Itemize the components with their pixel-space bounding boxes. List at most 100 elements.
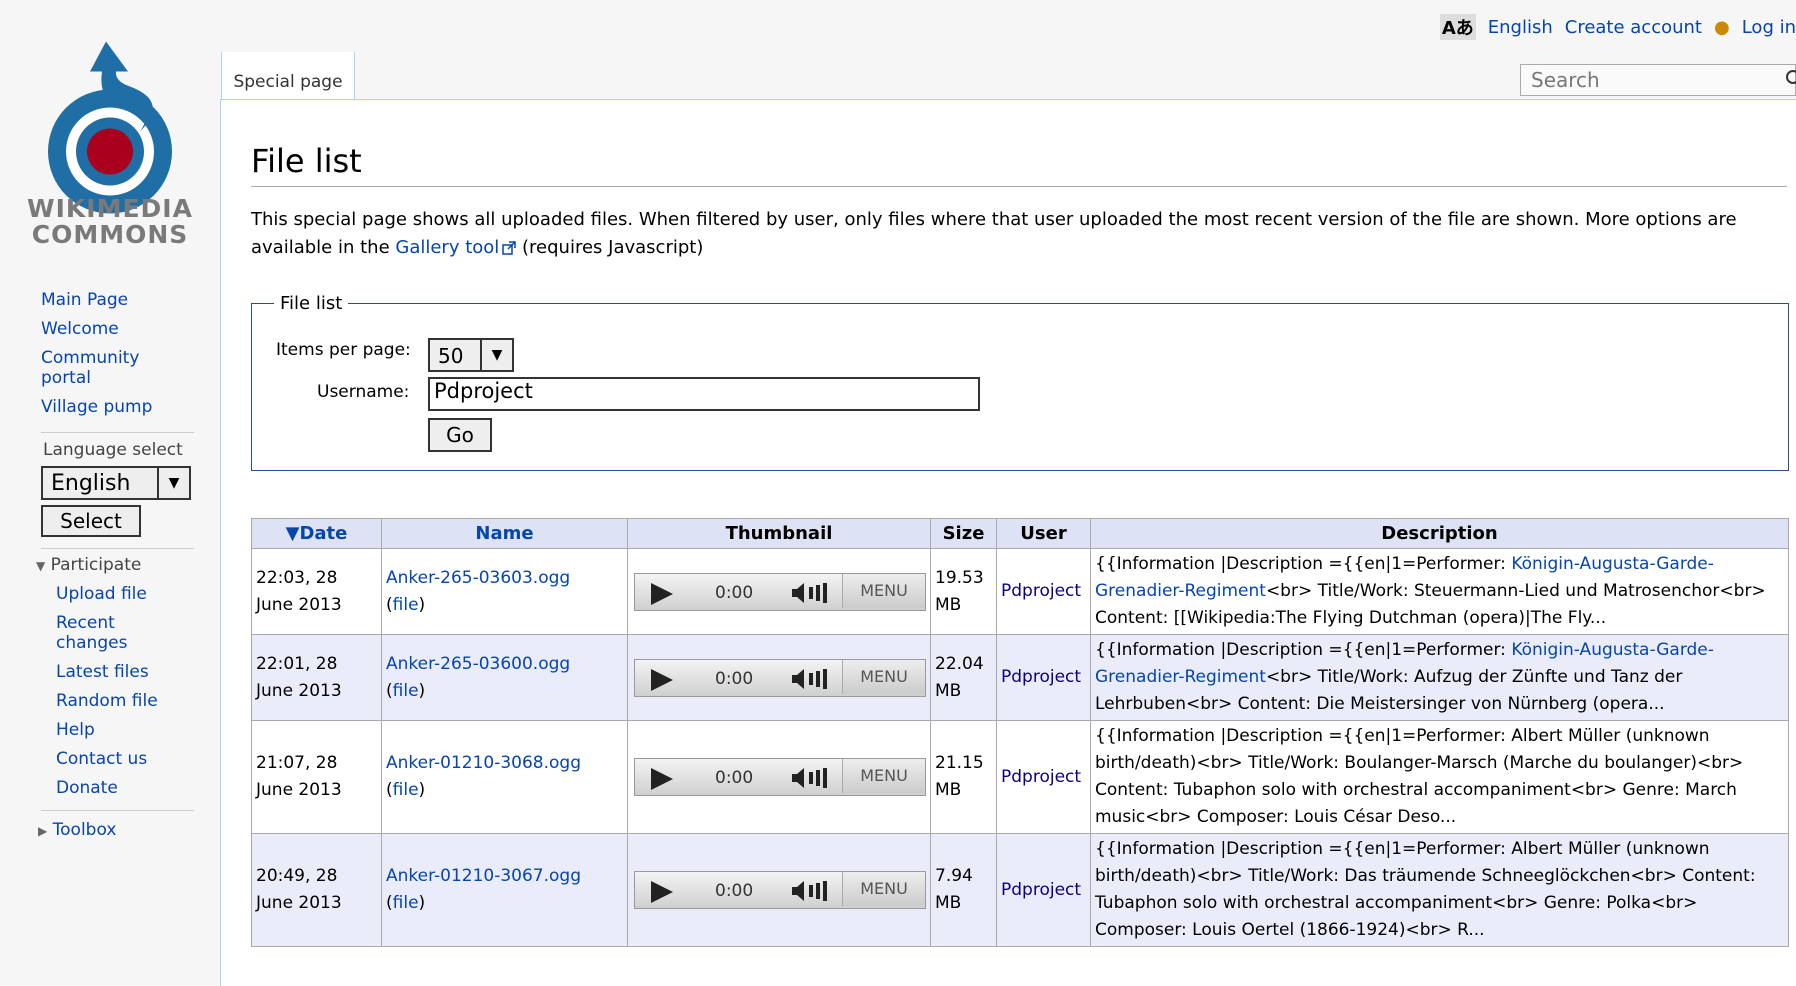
select-button[interactable]: Select (41, 505, 141, 537)
volume-icon[interactable] (790, 582, 836, 604)
intro-text: This special page shows all uploaded fil… (251, 206, 1791, 262)
user-cell: Pdproject (996, 720, 1091, 834)
column-header-description: Description (1090, 518, 1789, 549)
sidebar-item-latest-files[interactable]: Latest files (56, 662, 196, 682)
player-menu-button[interactable]: MENU (842, 659, 925, 694)
description-cell: {{Information |Description ={{en|1=Perfo… (1090, 720, 1789, 834)
chevron-down-icon[interactable]: ▼ (157, 468, 189, 498)
table-row: 20:49, 28 June 2013 Anker-01210-3067.ogg… (251, 833, 1789, 947)
personal-tools: Aあ English Create account ● Log in (1439, 14, 1796, 40)
size-cell: 22.04 MB (930, 634, 997, 721)
player-menu-button[interactable]: MENU (842, 759, 925, 793)
description-cell: {{Information |Description ={{en|1=Perfo… (1090, 634, 1789, 721)
size-cell: 21.15 MB (930, 720, 997, 834)
language-select[interactable]: English ▼ (41, 466, 191, 500)
search-box[interactable]: Search (1520, 64, 1796, 96)
items-per-page-label: Items per page: (276, 340, 411, 360)
play-icon[interactable] (651, 582, 673, 605)
search-input[interactable]: Search (1531, 68, 1600, 92)
audio-player: 0:00 MENU (634, 871, 926, 909)
username-input[interactable]: Pdproject (428, 377, 980, 411)
column-header-size: Size (930, 518, 997, 549)
play-icon[interactable] (651, 668, 673, 691)
triangle-right-icon: ▶ (38, 824, 48, 838)
user-link[interactable]: Pdproject (1001, 767, 1081, 787)
file-name-link[interactable]: Anker-01210-3068.ogg (386, 753, 581, 773)
search-icon[interactable] (1785, 69, 1796, 89)
file-link[interactable]: file (393, 595, 419, 615)
time-display: 0:00 (715, 582, 754, 603)
user-link[interactable]: Pdproject (1001, 667, 1081, 687)
volume-icon[interactable] (790, 767, 836, 789)
date-cell: 22:01, 28 June 2013 (251, 634, 382, 721)
items-per-page-select[interactable]: 50 ▼ (428, 338, 514, 372)
file-name-link[interactable]: Anker-265-03600.ogg (386, 654, 570, 674)
file-name-link[interactable]: Anker-265-03603.ogg (386, 568, 570, 588)
sidebar-item-donate[interactable]: Donate (56, 778, 196, 798)
external-link-icon (502, 241, 517, 255)
play-icon[interactable] (651, 768, 673, 790)
volume-icon[interactable] (790, 668, 836, 690)
file-link[interactable]: file (393, 681, 419, 701)
logo-wordmark: WIKIMEDIA COMMONS (27, 194, 193, 249)
volume-icon[interactable] (790, 880, 836, 902)
toolbox-section-toggle[interactable]: ▶ Toolbox (38, 820, 116, 840)
divider (41, 548, 194, 549)
size-cell: 7.94 MB (930, 833, 997, 947)
name-cell: Anker-01210-3068.ogg (file) (381, 720, 628, 834)
sidebar-item-main-page[interactable]: Main Page (41, 290, 201, 310)
intro-suffix: (requires Javascript) (522, 237, 704, 258)
player-menu-button[interactable]: MENU (842, 573, 925, 608)
time-display: 0:00 (715, 881, 754, 901)
language-link[interactable]: English (1488, 17, 1553, 38)
gallery-tool-link[interactable]: Gallery tool (395, 237, 499, 258)
play-icon[interactable] (651, 881, 673, 903)
time-display: 0:00 (715, 768, 754, 788)
sidebar-item-community-portal[interactable]: Community portal (41, 348, 161, 388)
toolbox-label[interactable]: Toolbox (53, 820, 117, 840)
create-account-link[interactable]: Create account (1565, 17, 1702, 38)
player-menu-button[interactable]: MENU (842, 872, 925, 906)
user-cell: Pdproject (996, 833, 1091, 947)
user-link[interactable]: Pdproject (1001, 581, 1081, 601)
table-header-row: ▼Date Name Thumbnail Size User Descripti… (251, 518, 1789, 549)
sidebar-item-contact-us[interactable]: Contact us (56, 749, 196, 769)
language-icon[interactable]: Aあ (1439, 14, 1476, 40)
description-text: {{Information |Description ={{en|1=Perfo… (1095, 726, 1744, 827)
audio-player: 0:00 MENU (634, 758, 926, 796)
sidebar: WIKIMEDIA COMMONS Main Page Welcome Comm… (0, 0, 220, 986)
username-label: Username: (317, 382, 410, 402)
date-cell: 21:07, 28 June 2013 (251, 720, 382, 834)
description-cell: {{Information |Description ={{en|1=Perfo… (1090, 833, 1789, 947)
sidebar-item-recent-changes[interactable]: Recent changes (56, 613, 156, 653)
file-name-link[interactable]: Anker-01210-3067.ogg (386, 866, 581, 886)
thumbnail-cell: 0:00 MENU (627, 720, 931, 834)
login-link[interactable]: Log in (1742, 17, 1796, 38)
column-header-name[interactable]: Name (381, 518, 628, 549)
column-header-date[interactable]: ▼Date (251, 518, 382, 549)
user-link[interactable]: Pdproject (1001, 880, 1081, 900)
name-cell: Anker-01210-3067.ogg (file) (381, 833, 628, 947)
date-cell: 20:49, 28 June 2013 (251, 833, 382, 947)
size-text: 19.53 MB (935, 567, 984, 615)
table-row: 22:03, 28 June 2013 Anker-265-03603.ogg(… (251, 548, 1789, 635)
sidebar-item-help[interactable]: Help (56, 720, 196, 740)
file-link[interactable]: file (393, 780, 419, 800)
form-legend: File list (280, 293, 343, 314)
divider (41, 432, 194, 433)
sidebar-item-random-file[interactable]: Random file (56, 691, 196, 711)
date-cell: 22:03, 28 June 2013 (251, 548, 382, 635)
page-title: File list (251, 142, 362, 180)
go-button[interactable]: Go (428, 418, 492, 452)
tab-special-page[interactable]: Special page (221, 52, 355, 100)
sidebar-item-upload-file[interactable]: Upload file (56, 584, 196, 604)
thumbnail-cell: 0:00 MENU (627, 634, 931, 721)
language-select-label: Language select (43, 440, 183, 460)
title-divider (251, 186, 1787, 187)
file-link[interactable]: file (393, 893, 419, 913)
participate-list: Upload file Recent changes Latest files … (56, 584, 196, 807)
participate-section-toggle[interactable]: ▼ Participate (36, 555, 141, 575)
sidebar-item-welcome[interactable]: Welcome (41, 319, 201, 339)
sidebar-item-village-pump[interactable]: Village pump (41, 397, 201, 417)
chevron-down-icon[interactable]: ▼ (480, 340, 512, 370)
